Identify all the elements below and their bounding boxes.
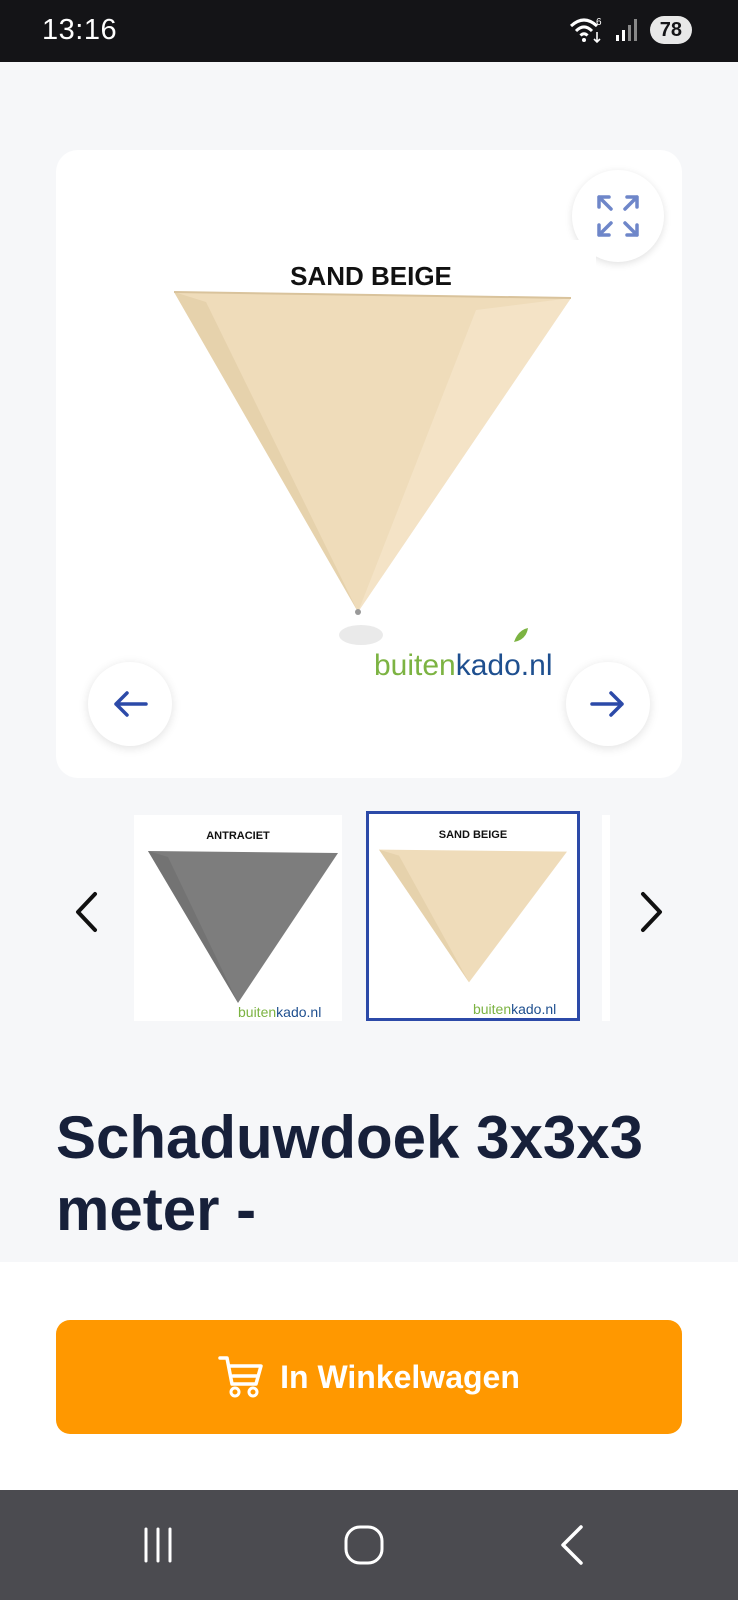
thumbnail-strip: ANTRACIET buitenkado.nl SAND BEIGE buite… bbox=[56, 807, 682, 1021]
arrow-right-icon bbox=[590, 691, 624, 717]
add-to-cart-bar: In Winkelwagen bbox=[0, 1262, 738, 1490]
brand-suffix: kado.nl bbox=[456, 649, 553, 682]
wifi-badge: 6 bbox=[596, 17, 602, 28]
color-label: SAND BEIGE bbox=[290, 261, 452, 291]
back-button[interactable] bbox=[542, 1520, 602, 1570]
thumbnail-prev-button[interactable] bbox=[56, 867, 116, 957]
thumbnail-antraciet[interactable]: ANTRACIET buitenkado.nl bbox=[134, 815, 342, 1021]
arrow-left-icon bbox=[114, 691, 148, 717]
thumbnail-next-button[interactable] bbox=[622, 867, 682, 957]
add-to-cart-button[interactable]: In Winkelwagen bbox=[56, 1320, 682, 1434]
home-icon bbox=[344, 1525, 384, 1565]
status-time: 13:16 bbox=[42, 14, 118, 46]
svg-text:buitenkado.nl: buitenkado.nl bbox=[238, 1004, 321, 1020]
recent-apps-icon bbox=[144, 1527, 172, 1563]
main-product-image[interactable]: SAND BEIGE buitenkado.nl bbox=[146, 240, 596, 685]
thumbnail-sand-beige[interactable]: SAND BEIGE buitenkado.nl bbox=[366, 811, 580, 1021]
back-icon bbox=[561, 1525, 583, 1565]
system-navigation-bar bbox=[0, 1490, 738, 1600]
brand-prefix: buiten bbox=[374, 649, 456, 682]
thumbnail-label: ANTRACIET bbox=[206, 830, 270, 842]
status-icons: 6 78 bbox=[568, 16, 692, 44]
cart-icon bbox=[218, 1356, 263, 1398]
chevron-left-icon bbox=[76, 892, 97, 932]
home-button[interactable] bbox=[334, 1520, 394, 1570]
previous-image-button[interactable] bbox=[88, 662, 172, 746]
chevron-right-icon bbox=[641, 892, 662, 932]
svg-text:buitenkado.nl: buitenkado.nl bbox=[473, 1001, 556, 1017]
recent-apps-button[interactable] bbox=[128, 1520, 188, 1570]
signal-icon bbox=[615, 19, 637, 41]
product-page[interactable]: SAND BEIGE buitenkado.nl ANTRACIET buite… bbox=[0, 62, 738, 1262]
expand-icon bbox=[597, 195, 639, 237]
product-title: Schaduwdoek 3x3x3 meter - bbox=[56, 1104, 643, 1243]
image-gallery: SAND BEIGE buitenkado.nl bbox=[56, 150, 682, 778]
svg-text:buitenkado.nl: buitenkado.nl bbox=[374, 649, 553, 682]
wifi-icon: 6 bbox=[569, 17, 602, 44]
status-bar: 13:16 6 78 bbox=[0, 0, 738, 62]
add-to-cart-label: In Winkelwagen bbox=[280, 1358, 520, 1395]
thumbnail-partial[interactable] bbox=[602, 815, 610, 1021]
next-image-button[interactable] bbox=[566, 662, 650, 746]
thumbnail-label: SAND BEIGE bbox=[439, 829, 507, 841]
battery-indicator: 78 bbox=[649, 16, 692, 44]
